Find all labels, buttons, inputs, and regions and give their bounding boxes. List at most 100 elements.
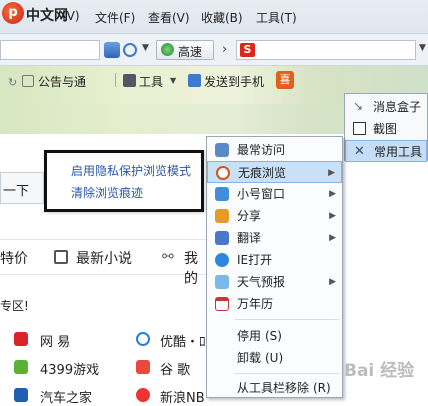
- zone-heading: 专区!: [0, 299, 29, 313]
- menu-item-uninstall[interactable]: 卸载 (U): [207, 347, 342, 369]
- search-box[interactable]: S: [236, 40, 416, 60]
- search-dropdown-icon[interactable]: ▼: [419, 43, 426, 53]
- speed-mode-button[interactable]: 高速: [156, 40, 214, 60]
- tools-dropdown-icon[interactable]: ▼: [170, 76, 176, 85]
- menu-item-incognito[interactable]: 无痕浏览 ▶: [207, 161, 342, 183]
- google-icon: [136, 360, 150, 374]
- bulletin-icon: [22, 75, 34, 87]
- menu-item-share[interactable]: 分享 ▶: [207, 205, 342, 227]
- menu-item-label: 最常访问: [237, 143, 286, 157]
- menu-item-label: 小号窗口: [237, 187, 286, 201]
- phone-send-icon: [188, 74, 201, 87]
- share-icon: [215, 209, 229, 223]
- dropdown-arrow-icon[interactable]: ▼: [142, 43, 149, 53]
- tab-latest-novels[interactable]: 最新小说: [76, 248, 132, 268]
- tools-context-menu: 最常访问 无痕浏览 ▶ 小号窗口 ▶ 分享 ▶ 翻译 ▶ IE打开 天气预报 ▶…: [206, 136, 343, 398]
- menu-item-label: 天气预报: [237, 275, 286, 289]
- site-link-youku[interactable]: 优酷・ﾛ: [160, 331, 206, 350]
- bulletin-label[interactable]: 公告与通: [38, 73, 86, 90]
- menu-separator: [235, 319, 339, 320]
- menu-item-file[interactable]: 文件(F): [95, 9, 135, 26]
- security-shield-icon[interactable]: [104, 42, 120, 58]
- menu-item-ie-open[interactable]: IE打开: [207, 249, 342, 271]
- menu-item-label: 分享: [237, 209, 262, 223]
- menu-item-label: IE打开: [237, 253, 273, 267]
- site-logo-icon: p: [2, 2, 24, 24]
- menu-item-accel: (R): [313, 381, 331, 395]
- site-links: 网 易 优酷・ﾛ 4399游戏 谷 歌 汽车之家 新浪NB: [0, 320, 206, 406]
- 4399-icon: [14, 360, 28, 374]
- frequent-icon: [215, 143, 229, 157]
- submenu-arrow-icon: ▶: [329, 233, 336, 243]
- menu-item-tools[interactable]: 工具(T): [256, 9, 297, 26]
- submenu-arrow-icon: ▶: [328, 168, 335, 178]
- banner-divider: [115, 73, 116, 87]
- menu-item-clear-history[interactable]: 清除浏览痕迹: [71, 184, 143, 201]
- speed-icon: [161, 43, 174, 56]
- search-button-label: 一下: [3, 184, 30, 199]
- forward-arrow-icon[interactable]: ›: [222, 42, 227, 57]
- send-to-phone-button[interactable]: 发送到手机: [204, 73, 264, 90]
- address-bar[interactable]: [0, 40, 100, 60]
- search-button[interactable]: 一下: [0, 172, 44, 204]
- alt-window-icon: [215, 187, 229, 201]
- speed-check-icon[interactable]: [123, 43, 137, 57]
- menu-item-label: 截图: [373, 122, 398, 136]
- menu-item-label: 停用: [237, 329, 262, 343]
- menu-item-favorites[interactable]: 收藏(B): [201, 9, 243, 26]
- menu-item-screenshot[interactable]: 截图: [345, 118, 427, 140]
- menu-item-label: 万年历: [237, 297, 274, 311]
- toolbox-icon: [123, 74, 136, 87]
- menu-item-enable-private-mode[interactable]: 启用隐私保护浏览模式: [71, 162, 191, 179]
- menu-item-disable[interactable]: 停用 (S): [207, 325, 342, 347]
- tab-specials[interactable]: 特价: [0, 248, 28, 268]
- menu-item-label: 消息盒子: [373, 100, 422, 114]
- sina-icon: [136, 388, 150, 402]
- menu-item-label: 无痕浏览: [238, 166, 287, 180]
- menu-item-label: 常用工具: [374, 145, 423, 159]
- site-link-autohome[interactable]: 汽车之家: [40, 387, 92, 406]
- menu-item-remove-from-toolbar[interactable]: 从工具栏移除 (R): [207, 377, 342, 399]
- submenu-arrow-icon: ▶: [329, 277, 336, 287]
- menu-item-common-tools[interactable]: ✕ 常用工具: [345, 140, 427, 162]
- menu-item-translate[interactable]: 翻译 ▶: [207, 227, 342, 249]
- speed-label: 高速: [178, 45, 203, 59]
- menu-item-label: 翻译: [237, 231, 262, 245]
- incognito-icon: [216, 166, 230, 180]
- watermark: Bai 经验: [344, 361, 415, 381]
- toolbar: ▼ 高速 › S ▼: [0, 34, 428, 66]
- translate-icon: [215, 231, 229, 245]
- menu-item-view-partial[interactable]: (V): [62, 9, 80, 23]
- menu-item-frequent[interactable]: 最常访问: [207, 139, 342, 161]
- menu-separator: [235, 373, 339, 374]
- tools-icon: ✕: [354, 144, 365, 159]
- sogou-search-icon: S: [240, 43, 255, 57]
- ie-icon: [215, 253, 229, 267]
- menu-bar: p 中文网 (V) 文件(F) 查看(V) 收藏(B) 工具(T): [0, 0, 428, 34]
- menu-item-calendar[interactable]: 万年历: [207, 293, 342, 315]
- tools-popup-menu: ↘ 消息盒子 截图 ✕ 常用工具: [344, 93, 428, 162]
- menu-item-accel: (S): [265, 329, 282, 343]
- youku-icon: [136, 332, 150, 346]
- submenu-arrow-icon: ▶: [329, 211, 336, 221]
- site-link-sina-nba[interactable]: 新浪NB: [160, 387, 205, 406]
- menu-item-accel: (U): [265, 351, 284, 365]
- incognito-submenu: 启用隐私保护浏览模式 清除浏览痕迹: [44, 150, 204, 212]
- submenu-arrow-icon: ▶: [329, 189, 336, 199]
- site-link-4399[interactable]: 4399游戏: [40, 359, 99, 378]
- novel-icon: [54, 250, 68, 264]
- menu-item-view[interactable]: 查看(V): [148, 9, 190, 26]
- refresh-icon[interactable]: ↻: [8, 76, 17, 89]
- tools-button[interactable]: 工具: [139, 73, 163, 90]
- menu-item-weather[interactable]: 天气预报 ▶: [207, 271, 342, 293]
- menu-item-alt-window[interactable]: 小号窗口 ▶: [207, 183, 342, 205]
- autohome-icon: [14, 388, 28, 402]
- menu-item-message-box[interactable]: ↘ 消息盒子: [345, 96, 427, 118]
- mascot-badge-icon: 喜: [276, 71, 294, 89]
- site-link-netease[interactable]: 网 易: [40, 331, 70, 350]
- netease-icon: [14, 332, 28, 346]
- site-link-google[interactable]: 谷 歌: [160, 359, 190, 378]
- calendar-icon: [215, 297, 229, 311]
- tab-mine[interactable]: 我的: [184, 248, 206, 288]
- link-icon: ⚯: [162, 249, 174, 265]
